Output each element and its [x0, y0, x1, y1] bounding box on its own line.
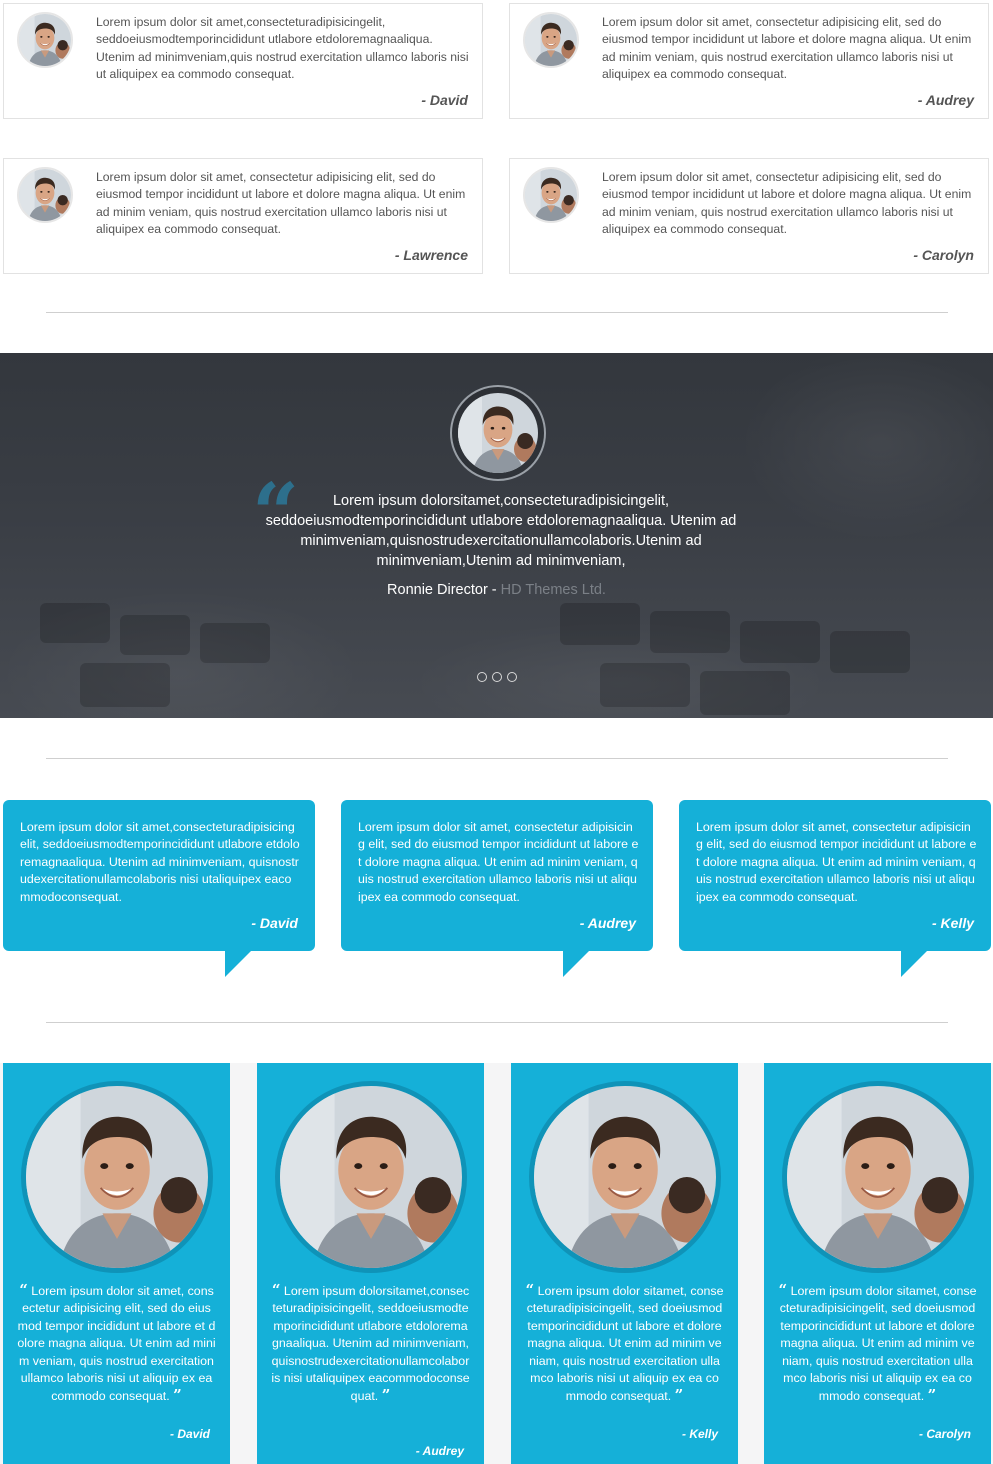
testimonial-author: - Kelly — [681, 1427, 718, 1441]
testimonial-card: Lorem ipsum dolor sit amet, consectetur … — [509, 3, 989, 119]
slider-dot[interactable] — [507, 672, 517, 682]
testimonial-card: Lorem ipsum dolor sit amet, consectetur … — [3, 158, 483, 274]
testimonial-author: - David — [169, 1427, 210, 1441]
slider-quote-text: Lorem ipsum dolorsitamet,consecteturadip… — [265, 493, 737, 569]
testimonial-author: - Audrey — [415, 1444, 464, 1458]
testimonial-text: Lorem ipsum dolor sit amet,consecteturad… — [96, 15, 469, 82]
testimonial-text-block: “ Lorem ipsum dolor sitamet, consectetur… — [778, 1281, 977, 1406]
bubble-tail — [563, 951, 589, 977]
testimonial-text: Lorem ipsum dolor sit amet,consecteturad… — [20, 820, 300, 904]
slider-dot[interactable] — [492, 672, 502, 682]
testimonial-column: “ Lorem ipsum dolorsitamet,consecteturad… — [257, 1063, 484, 1464]
person-photo-icon — [782, 1081, 974, 1273]
section-divider — [46, 312, 948, 313]
person-photo-icon — [21, 1081, 213, 1273]
person-photo-icon — [523, 167, 579, 223]
testimonial-slider: “ Lorem ipsum dolorsitamet,consecteturad… — [0, 353, 993, 718]
testimonial-text: Lorem ipsum dolorsitamet,consecteturadip… — [271, 1284, 470, 1404]
testimonial-text: Lorem ipsum dolor sit amet, consectetur … — [696, 820, 977, 904]
testimonial-text: Lorem ipsum dolor sit amet, consectetur … — [17, 1284, 216, 1404]
testimonial-author: - David — [251, 915, 298, 931]
open-quote-icon: “ — [778, 1281, 788, 1299]
testimonial-author: - Kelly — [931, 915, 974, 931]
close-quote-icon: ” — [381, 1386, 391, 1405]
slider-avatar — [450, 385, 546, 481]
testimonial-text: Lorem ipsum dolor sit amet, consectetur … — [96, 170, 466, 237]
testimonial-text: Lorem ipsum dolor sit amet, consectetur … — [358, 820, 639, 904]
open-quote-icon: “ — [19, 1281, 28, 1299]
testimonial-author: - Carolyn — [913, 247, 974, 263]
bubble-tail — [901, 951, 927, 977]
close-quote-icon: ” — [927, 1386, 937, 1405]
testimonial-column: “ Lorem ipsum dolor sitamet, consectetur… — [511, 1063, 738, 1464]
speech-bubble-testimonial: Lorem ipsum dolor sit amet,consecteturad… — [3, 800, 315, 977]
testimonial-card: Lorem ipsum dolor sit amet, consectetur … — [509, 158, 989, 274]
slider-author-name: Ronnie Director - — [387, 582, 497, 598]
person-photo-icon — [458, 393, 538, 473]
person-photo-icon — [523, 12, 579, 68]
testimonial-text: Lorem ipsum dolor sit amet, consectetur … — [602, 170, 972, 237]
person-photo-icon — [275, 1081, 467, 1273]
close-quote-icon: ” — [173, 1386, 182, 1405]
testimonial-text: Lorem ipsum dolor sit amet, consectetur … — [602, 15, 972, 82]
testimonial-card: Lorem ipsum dolor sit amet,consecteturad… — [3, 3, 483, 119]
section-divider — [46, 1022, 948, 1023]
testimonial-text: Lorem ipsum dolor sitamet, consecteturad… — [526, 1284, 724, 1404]
close-quote-icon: ” — [674, 1386, 684, 1405]
speech-bubble-testimonial: Lorem ipsum dolor sit amet, consectetur … — [341, 800, 653, 977]
testimonial-author: - David — [421, 92, 468, 108]
speech-bubble-testimonial: Lorem ipsum dolor sit amet, consectetur … — [679, 800, 991, 977]
person-photo-icon — [17, 12, 73, 68]
testimonial-text: Lorem ipsum dolor sitamet, consecteturad… — [779, 1284, 977, 1404]
bubble-tail — [225, 951, 251, 977]
slider-pagination — [477, 672, 517, 682]
testimonial-author: - Audrey — [579, 915, 636, 931]
testimonial-text-block: “ Lorem ipsum dolorsitamet,consecteturad… — [271, 1281, 470, 1406]
open-quote-icon: “ — [525, 1281, 535, 1299]
testimonial-text-block: “ Lorem ipsum dolor sit amet, consectetu… — [17, 1281, 216, 1406]
testimonial-text-block: “ Lorem ipsum dolor sitamet, consectetur… — [525, 1281, 724, 1406]
person-photo-icon — [17, 167, 73, 223]
slider-author-company: HD Themes Ltd. — [500, 582, 606, 598]
section-divider — [46, 758, 948, 759]
testimonial-author: - Carolyn — [918, 1427, 971, 1441]
testimonial-column: “ Lorem ipsum dolor sit amet, consectetu… — [3, 1063, 230, 1464]
testimonial-column: “ Lorem ipsum dolor sitamet, consectetur… — [764, 1063, 991, 1464]
open-quote-icon: “ — [271, 1281, 281, 1299]
testimonial-author: - Lawrence — [394, 247, 468, 263]
testimonial-author: - Audrey — [917, 92, 974, 108]
slider-dot[interactable] — [477, 672, 487, 682]
person-photo-icon — [529, 1081, 721, 1273]
slider-author: Ronnie Director - HD Themes Ltd. — [0, 582, 993, 598]
